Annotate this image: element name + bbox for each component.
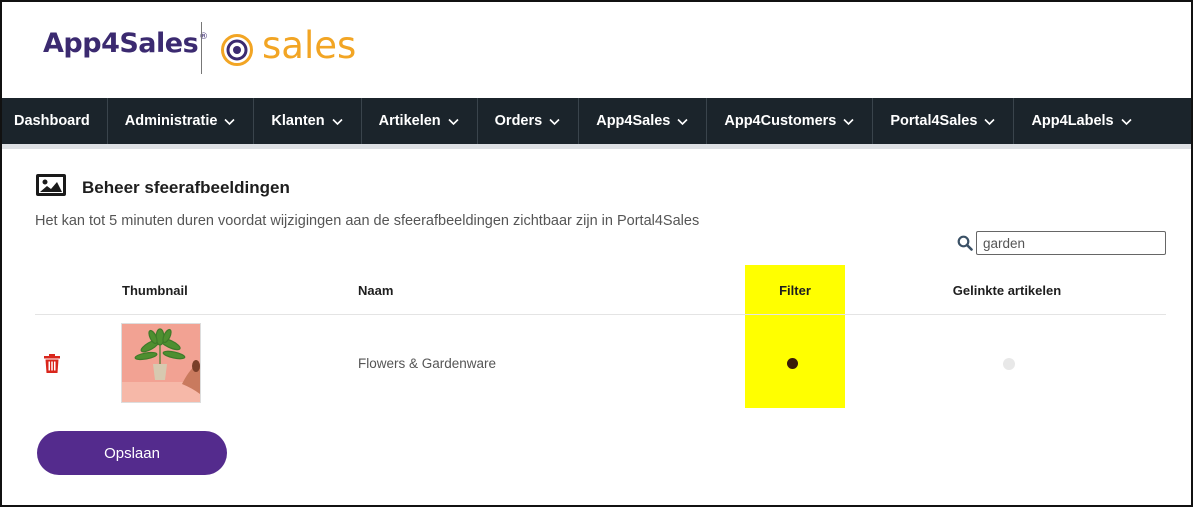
page-title: Beheer sfeerafbeeldingen bbox=[82, 178, 290, 197]
nav-item-label: Artikelen bbox=[378, 113, 441, 129]
nav-item-label: Klanten bbox=[271, 113, 325, 129]
plant-thumbnail-image bbox=[122, 324, 200, 402]
nav-item-dashboard[interactable]: Dashboard bbox=[2, 98, 108, 144]
row-thumbnail[interactable] bbox=[121, 323, 201, 403]
search-icon bbox=[957, 235, 973, 251]
chevron-down-icon bbox=[984, 118, 996, 125]
column-header-gelinkte-artikelen[interactable]: Gelinkte artikelen bbox=[932, 283, 1082, 298]
nav-item-artikelen[interactable]: Artikelen bbox=[362, 98, 478, 144]
nav-item-label: Administratie bbox=[124, 113, 218, 129]
nav-item-label: App4Sales bbox=[596, 113, 671, 129]
nav-item-app4customers[interactable]: App4Customers bbox=[707, 98, 874, 144]
nav-item-label: App4Labels bbox=[1031, 113, 1114, 129]
chevron-down-icon bbox=[549, 118, 560, 125]
nav-item-label: Dashboard bbox=[14, 113, 90, 129]
logo-text-prefix: App bbox=[43, 28, 102, 59]
logo-text-suffix: Sales bbox=[119, 28, 199, 59]
main-nav: Dashboard Administratie Klanten Artikelen Or… bbox=[2, 98, 1191, 144]
app-window: App4Sales® sales Dashboard Administratie K… bbox=[0, 0, 1193, 507]
nav-item-label: App4Customers bbox=[724, 113, 837, 129]
column-header-thumbnail[interactable]: Thumbnail bbox=[122, 283, 188, 298]
logo-text-four: 4 bbox=[101, 28, 120, 59]
header: App4Sales® sales bbox=[2, 2, 1191, 98]
filter-toggle-on[interactable] bbox=[787, 358, 798, 369]
app4sales-logo[interactable]: App4Sales® bbox=[43, 28, 208, 59]
nav-item-portal4sales[interactable]: Portal4Sales bbox=[873, 98, 1015, 144]
chevron-down-icon bbox=[332, 118, 343, 125]
chevron-down-icon bbox=[448, 118, 459, 125]
chevron-down-icon bbox=[224, 118, 235, 125]
chevron-down-icon bbox=[677, 118, 688, 125]
logo-separator bbox=[201, 22, 202, 74]
search-input[interactable] bbox=[976, 231, 1166, 255]
info-text: Het kan tot 5 minuten duren voordat wijz… bbox=[35, 213, 700, 229]
nav-item-administratie[interactable]: Administratie bbox=[108, 98, 255, 144]
trash-icon[interactable] bbox=[43, 354, 61, 373]
nav-subbar bbox=[2, 144, 1191, 149]
nav-item-label: Orders bbox=[494, 113, 543, 129]
save-button[interactable]: Opslaan bbox=[37, 431, 227, 475]
column-header-filter[interactable]: Filter bbox=[745, 283, 845, 298]
table-divider bbox=[35, 314, 1166, 315]
product-name: sales bbox=[262, 24, 357, 67]
nav-item-orders[interactable]: Orders bbox=[478, 98, 580, 144]
chevron-down-icon bbox=[843, 118, 854, 125]
nav-item-label: Portal4Sales bbox=[890, 113, 978, 129]
chevron-down-icon bbox=[1121, 118, 1132, 125]
image-icon bbox=[36, 174, 66, 196]
target-logo-icon bbox=[221, 34, 253, 66]
nav-item-klanten[interactable]: Klanten bbox=[254, 98, 362, 144]
linked-articles-toggle-off[interactable] bbox=[1003, 358, 1015, 370]
row-name: Flowers & Gardenware bbox=[358, 356, 497, 371]
nav-item-app4labels[interactable]: App4Labels bbox=[1014, 98, 1149, 144]
nav-item-app4sales[interactable]: App4Sales bbox=[579, 98, 708, 144]
column-header-naam[interactable]: Naam bbox=[358, 283, 393, 298]
